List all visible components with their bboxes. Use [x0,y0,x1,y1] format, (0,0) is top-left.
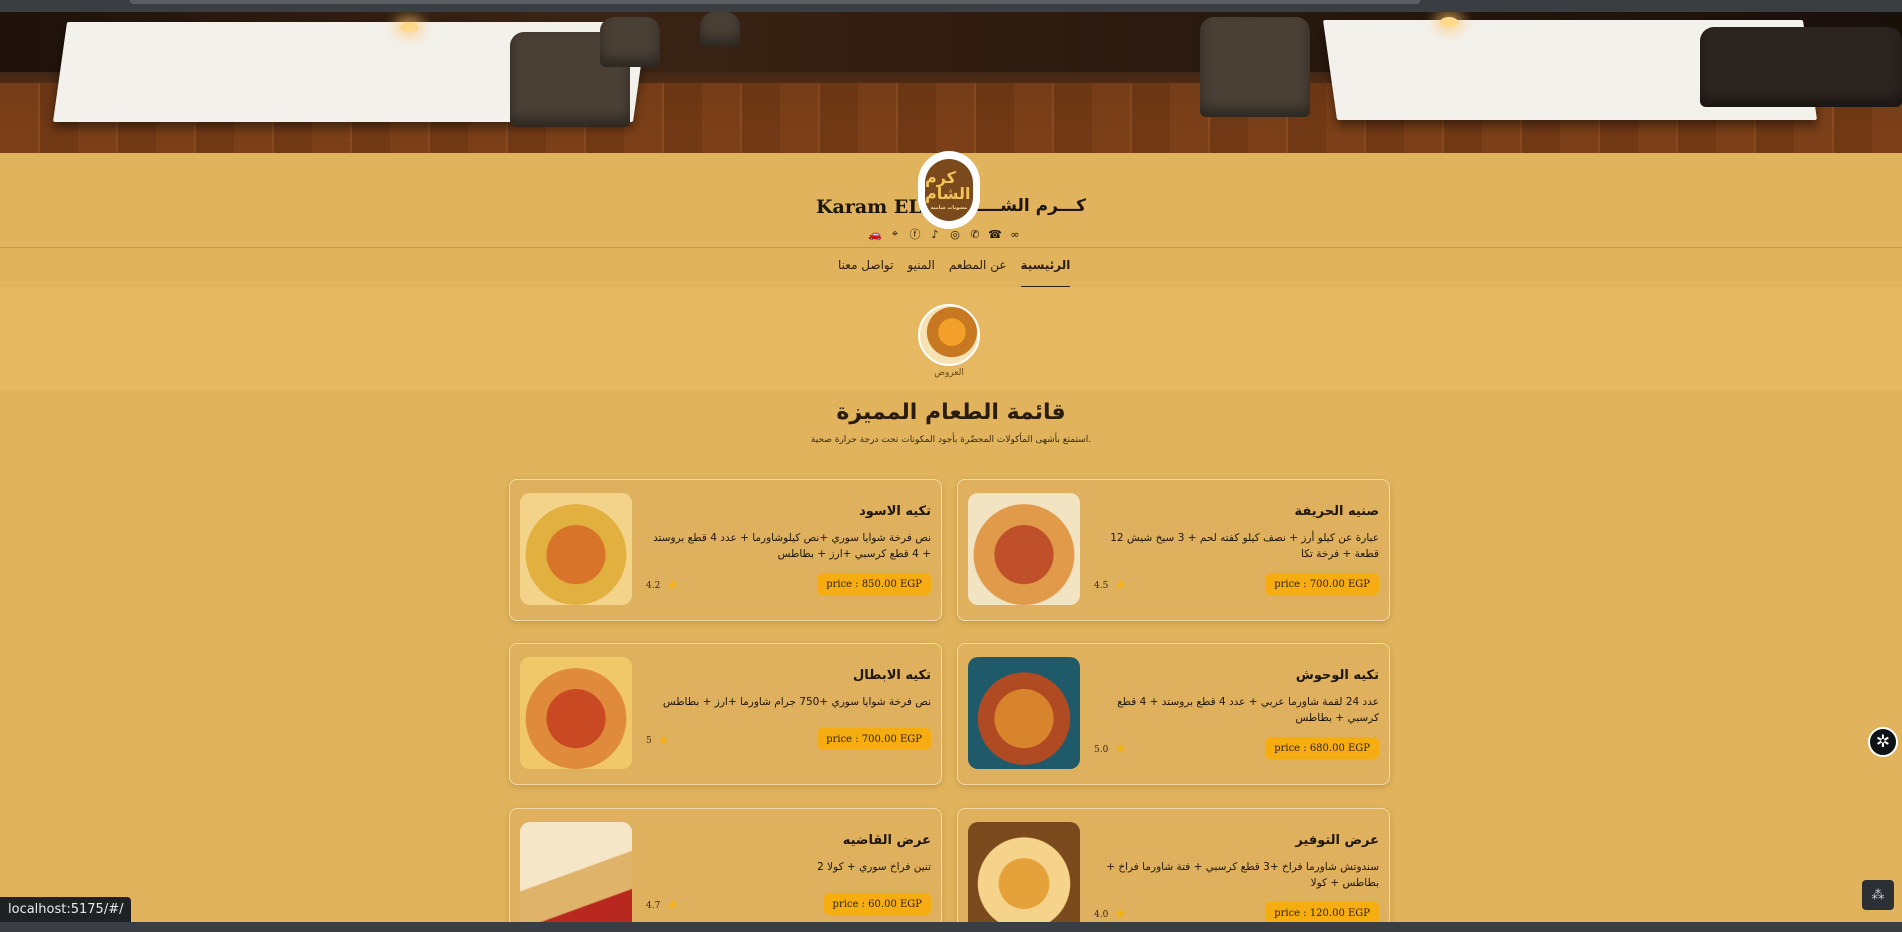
openai-floating-icon[interactable]: ✲ [1868,727,1898,757]
menu-card[interactable]: عرض التوفير سندوتش شاورما فراخ +3 قطع كر… [957,808,1390,932]
section-subtitle: استمتع بأشهى المأكولات المحضّرة بأجود ال… [810,435,1092,445]
rating-value: 5.0 [1094,744,1109,755]
facebook-icon[interactable]: ⓕ [908,227,922,241]
menu-card[interactable]: تكيه الوحوش عدد 24 لقمة شاورما عربي + عد… [957,643,1390,785]
dish-name: صنيه الحريفة [1294,504,1380,519]
car-icon[interactable]: 🚗 [868,227,882,241]
rating-value: 4.2 [646,580,661,591]
dish-image [968,493,1080,605]
menu-card[interactable]: صنيه الحريفة عبارة عن كيلو أرز + نصف كيل… [957,479,1390,621]
rating: 4.5 ★ [1094,578,1126,593]
brand-name-ar: كـــرم الشــــــ [965,196,1086,216]
rating: 4.0 ★ [1094,907,1126,922]
section-title: قائمة الطعام المميزة [836,400,1066,425]
rating: 5 ★ [646,733,669,748]
logo-subtext: مشويات شامية [930,204,968,211]
dish-name: تكيه الوحوش [1295,668,1379,683]
star-icon: ★ [666,578,678,593]
dish-description: سندوتش شاورما فراخ +3 قطع كرسبي + فتة شا… [1106,861,1379,889]
category-label: العروض [934,368,964,378]
rating-value: 4.5 [1094,580,1109,591]
dish-name: تكيه الابطال [853,668,931,683]
main-nav: الرئيسية عن المطعم المنيو تواصل معنا [838,258,1071,288]
category-image [918,304,980,366]
price-badge: price : 120.00 EGP [1265,902,1379,924]
price-badge: price : 680.00 EGP [1265,737,1379,759]
phone-icon[interactable]: ☎ [988,227,1002,241]
dish-description: تنين فراخ سوري + كولا 2 [817,861,931,873]
tiktok-icon[interactable]: ♪ [928,227,942,241]
price-badge: price : 60.00 EGP [823,893,931,915]
nav-menu[interactable]: المنيو [907,258,934,288]
dish-description: عدد 24 لقمة شاورما عربي + عدد 4 قطع بروس… [1117,696,1379,724]
dish-description: نص فرخة شوايا سوري +نص كيلوشاورما + عدد … [653,532,931,560]
dish-name: تكيه الاسود [859,504,931,519]
whatsapp-icon[interactable]: ✆ [968,227,982,241]
hero-banner-image [0,12,1902,153]
browser-top-strip [0,0,1902,12]
dish-image [520,657,632,769]
link-icon[interactable]: ∞ [1008,227,1022,241]
dish-image [520,493,632,605]
rating-value: 4.7 [646,900,661,911]
logo-text: كرم الشام [925,167,971,203]
star-icon: ★ [1114,578,1126,593]
star-icon: ★ [657,733,670,748]
category-offers[interactable]: العروض [918,304,980,378]
rating: 4.7 ★ [646,898,678,913]
nav-about[interactable]: عن المطعم [949,258,1007,288]
rating-value: 4.0 [1094,909,1109,920]
star-icon: ★ [1114,742,1126,757]
dish-description: نص فرخة شوايا سوري +750 جرام شاورما +ارز… [662,696,931,708]
star-icon: ★ [1114,907,1126,922]
dish-description: عبارة عن كيلو أرز + نصف كيلو كفته لحم + … [1110,532,1379,560]
price-badge: price : 850.00 EGP [817,573,931,595]
header-divider [0,247,1902,248]
restaurant-logo[interactable]: كرم الشام مشويات شامية [918,151,980,229]
location-icon[interactable]: ⌖ [888,227,902,241]
rating-value: 5 [646,735,652,746]
menu-card[interactable]: تكيه الاسود نص فرخة شوايا سوري +نص كيلوش… [509,479,942,621]
status-url: localhost:5175/#/ [0,897,132,922]
browser-bottom-strip [0,922,1902,932]
menu-card[interactable]: تكيه الابطال نص فرخة شوايا سوري +750 جرا… [509,643,942,785]
dish-image [520,822,632,932]
dish-image [968,657,1080,769]
nav-home[interactable]: الرئيسية [1020,258,1071,288]
dish-image [968,822,1080,932]
extension-icon[interactable]: ⁂ [1862,880,1894,910]
menu-card[interactable]: عرض القاضيه تنين فراخ سوري + كولا 2 pric… [509,808,942,932]
dish-name: عرض التوفير [1295,833,1379,848]
price-badge: price : 700.00 EGP [817,728,931,750]
rating: 5.0 ★ [1094,742,1126,757]
instagram-icon[interactable]: ◎ [948,227,962,241]
nav-contact[interactable]: تواصل معنا [838,258,893,288]
star-icon: ★ [666,898,678,913]
rating: 4.2 ★ [646,578,678,593]
dish-name: عرض القاضيه [842,833,931,848]
price-badge: price : 700.00 EGP [1265,573,1379,595]
